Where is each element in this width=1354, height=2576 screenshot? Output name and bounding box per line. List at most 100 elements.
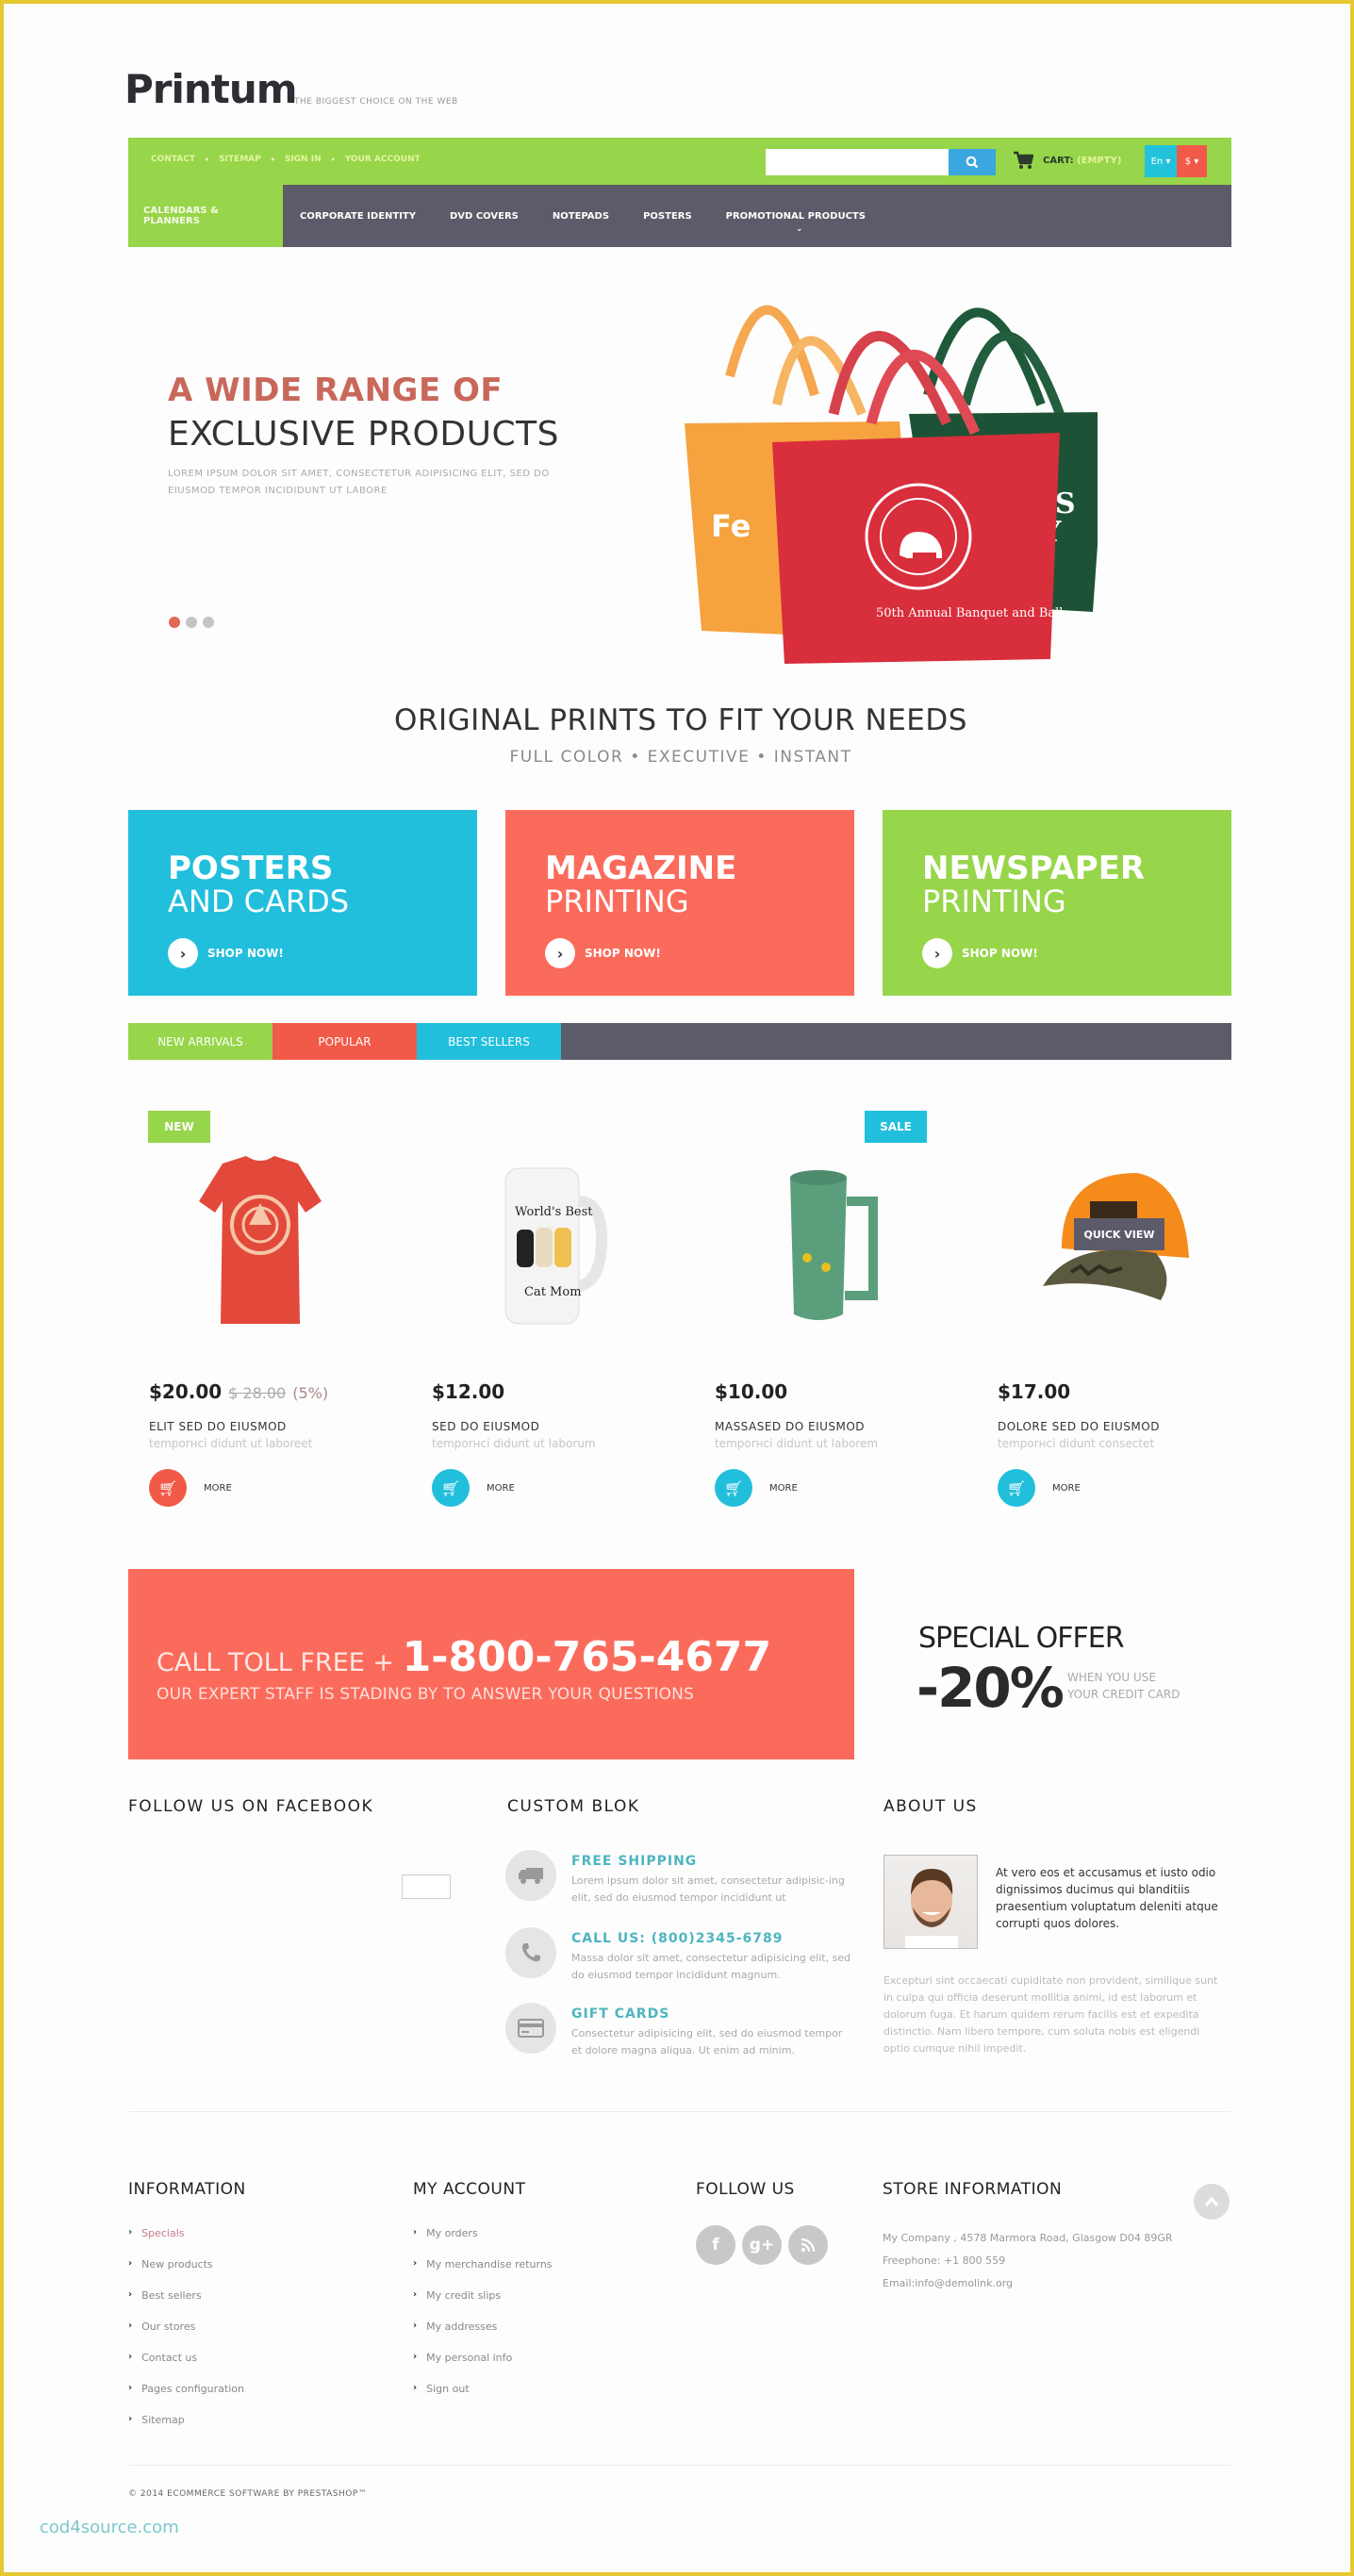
- call-subtext: OUR EXPERT STAFF IS STADING BY TO ANSWER…: [157, 1685, 695, 1704]
- facebook-icon[interactable]: f: [696, 2225, 735, 2265]
- footer-link-personal-info[interactable]: › My personal info: [413, 2352, 553, 2383]
- svg-text:Fe: Fe: [711, 508, 751, 544]
- cart-icon: [1014, 151, 1033, 169]
- tab-popular[interactable]: POPULAR: [272, 1023, 417, 1060]
- footer-link-best-sellers[interactable]: › Best sellers: [128, 2289, 244, 2320]
- tab-new-arrivals[interactable]: NEW ARRIVALS: [128, 1023, 272, 1060]
- shop-now-button[interactable]: › SHOP NOW!: [545, 938, 815, 968]
- special-offer-amount: -20%: [916, 1656, 1065, 1720]
- product-name[interactable]: ELIT SED DO EIUSMOD: [149, 1420, 287, 1433]
- site-logo[interactable]: Printum: [124, 66, 298, 112]
- chevron-up-icon: [1205, 2197, 1218, 2206]
- chevron-right-icon: ›: [413, 2383, 418, 2393]
- nav-corporate-identity[interactable]: CORPORATE IDENTITY: [283, 185, 433, 247]
- product-price: $17.00: [998, 1380, 1071, 1403]
- footer-link-merchandise-returns[interactable]: › My merchandise returns: [413, 2258, 553, 2289]
- more-button[interactable]: 🛒︎ MORE: [432, 1469, 515, 1507]
- watermark: cod4source.com: [40, 2518, 179, 2537]
- feature-call-us: CALL US: (800)2345-6789 Massa dolor sit …: [505, 1927, 864, 1993]
- nav-promotional-products[interactable]: PROMOTIONAL PRODUCTS ⌄: [709, 185, 883, 247]
- link-sitemap[interactable]: SITEMAP: [219, 155, 261, 164]
- cart-icon[interactable]: 🛒︎: [432, 1469, 470, 1507]
- footer-follow-heading: FOLLOW US: [696, 2180, 795, 2199]
- link-sign-in[interactable]: SIGN IN: [285, 155, 322, 164]
- chevron-right-icon: ›: [545, 938, 575, 968]
- nav-notepads[interactable]: NOTEPADS: [536, 185, 626, 247]
- cart-link[interactable]: CART: (EMPTY): [1013, 151, 1121, 170]
- footer-link-specials[interactable]: › Specials: [128, 2227, 244, 2258]
- product-price: $10.00: [715, 1380, 788, 1403]
- tab-best-sellers[interactable]: BEST SELLERS: [417, 1023, 561, 1060]
- shop-now-button[interactable]: › SHOP NOW!: [168, 938, 438, 968]
- footer-link-our-stores[interactable]: › Our stores: [128, 2320, 244, 2352]
- social-links: f g+: [696, 2225, 828, 2265]
- more-button[interactable]: 🛒︎ MORE: [998, 1469, 1081, 1507]
- about-heading: ABOUT US: [883, 1797, 978, 1816]
- product-name[interactable]: SED DO EIUSMOD: [432, 1420, 539, 1433]
- footer-store-heading: STORE INFORMATION: [883, 2180, 1063, 2199]
- product-tabs: NEW ARRIVALS POPULAR BEST SELLERS: [128, 1023, 1231, 1060]
- slider-dot[interactable]: [203, 617, 214, 628]
- feature-title: FREE SHIPPING: [571, 1854, 698, 1869]
- banner-posters-cards[interactable]: POSTERS AND CARDS › SHOP NOW!: [128, 810, 477, 996]
- store-address: My Company , 4578 Marmora Road, Glasgow …: [883, 2232, 1173, 2244]
- separator-dot: •: [270, 155, 275, 164]
- nav-posters[interactable]: POSTERS: [626, 185, 709, 247]
- shop-now-button[interactable]: › SHOP NOW!: [922, 938, 1192, 968]
- cart-icon[interactable]: 🛒︎: [998, 1469, 1035, 1507]
- footer-link-credit-slips[interactable]: › My credit slips: [413, 2289, 553, 2320]
- call-toll-free-banner[interactable]: CALL TOLL FREE + 1-800-765-4677 OUR EXPE…: [128, 1569, 854, 1759]
- product-image-mug-white[interactable]: World's Best Cat Mom: [449, 1145, 637, 1333]
- footer-link-addresses[interactable]: › My addresses: [413, 2320, 553, 2352]
- more-button[interactable]: 🛒︎ MORE: [149, 1469, 232, 1507]
- link-contact[interactable]: CONTACT: [151, 155, 195, 164]
- banner-subtitle: PRINTING: [545, 883, 689, 919]
- more-button[interactable]: 🛒︎ MORE: [715, 1469, 798, 1507]
- nav-label: PROMOTIONAL PRODUCTS: [725, 210, 866, 222]
- slider-dot[interactable]: [186, 617, 197, 628]
- link-your-account[interactable]: YOUR ACCOUNT: [345, 155, 421, 164]
- cart-icon[interactable]: 🛒︎: [149, 1469, 187, 1507]
- scroll-to-top-button[interactable]: [1194, 2184, 1230, 2220]
- top-links: CONTACT • SITEMAP • SIGN IN • YOUR ACCOU…: [151, 155, 421, 164]
- footer-link-my-orders[interactable]: › My orders: [413, 2227, 553, 2258]
- hero-title: EXCLUSIVE PRODUCTS: [168, 415, 559, 454]
- currency-selector[interactable]: $ ▾: [1177, 145, 1207, 177]
- chevron-down-icon: ⌄: [795, 224, 803, 234]
- slider-dot-active[interactable]: [169, 617, 180, 628]
- hero-title-accent: A WIDE RANGE OF: [168, 372, 504, 409]
- footer-link-sign-out[interactable]: › Sign out: [413, 2383, 553, 2414]
- store-information: My Company , 4578 Marmora Road, Glasgow …: [883, 2227, 1173, 2295]
- banner-magazine-printing[interactable]: MAGAZINE PRINTING › SHOP NOW!: [505, 810, 854, 996]
- store-email[interactable]: Email:info@demolink.org: [883, 2272, 1173, 2295]
- nav-dvd-covers[interactable]: DVD COVERS: [433, 185, 536, 247]
- hero-image-tote-bags: Fe RS Y 50th Annual Banquet and Ball: [685, 305, 1098, 664]
- product-image-t-shirt[interactable]: [166, 1145, 355, 1333]
- product-name[interactable]: MASSASED DO EIUSMOD: [715, 1420, 865, 1433]
- product-desc: temporнci didunt consectet: [998, 1437, 1155, 1450]
- footer-link-contact-us[interactable]: › Contact us: [128, 2352, 244, 2383]
- rss-icon[interactable]: [788, 2225, 828, 2265]
- product-desc: temporнci didunt ut laborum: [432, 1437, 596, 1450]
- search-input[interactable]: [766, 149, 949, 175]
- nav-calendars-planners[interactable]: CALENDARS & PLANNERS: [128, 185, 283, 247]
- quick-view-button[interactable]: QUICK VIEW: [1074, 1218, 1164, 1250]
- special-offer-title: SPECIAL OFFER: [918, 1622, 1125, 1655]
- facebook-widget[interactable]: [402, 1874, 451, 1899]
- footer-link-pages-configuration[interactable]: › Pages configuration: [128, 2383, 244, 2414]
- product-image-mug-green[interactable]: [732, 1145, 920, 1333]
- language-selector[interactable]: En ▾: [1145, 145, 1177, 177]
- footer-link-new-products[interactable]: › New products: [128, 2258, 244, 2289]
- search-button[interactable]: [949, 149, 996, 175]
- product-name[interactable]: DOLORE SED DO EIUSMOD: [998, 1420, 1160, 1433]
- banner-newspaper-printing[interactable]: NEWSPAPER PRINTING › SHOP NOW!: [883, 810, 1231, 996]
- feature-gift-cards: GIFT CARDS Consectetur adipisicing elit,…: [505, 2003, 864, 2069]
- footer-information-heading: INFORMATION: [128, 2180, 246, 2199]
- product-price: $20.00 $ 28.00 (5%): [149, 1380, 329, 1403]
- feature-text: Massa dolor sit amet, consectetur adipis…: [571, 1952, 851, 1981]
- cart-icon[interactable]: 🛒︎: [715, 1469, 752, 1507]
- footer-link-sitemap[interactable]: › Sitemap: [128, 2414, 244, 2445]
- google-plus-icon[interactable]: g+: [742, 2225, 782, 2265]
- chevron-right-icon: ›: [128, 2383, 133, 2393]
- chevron-right-icon: ›: [413, 2352, 418, 2362]
